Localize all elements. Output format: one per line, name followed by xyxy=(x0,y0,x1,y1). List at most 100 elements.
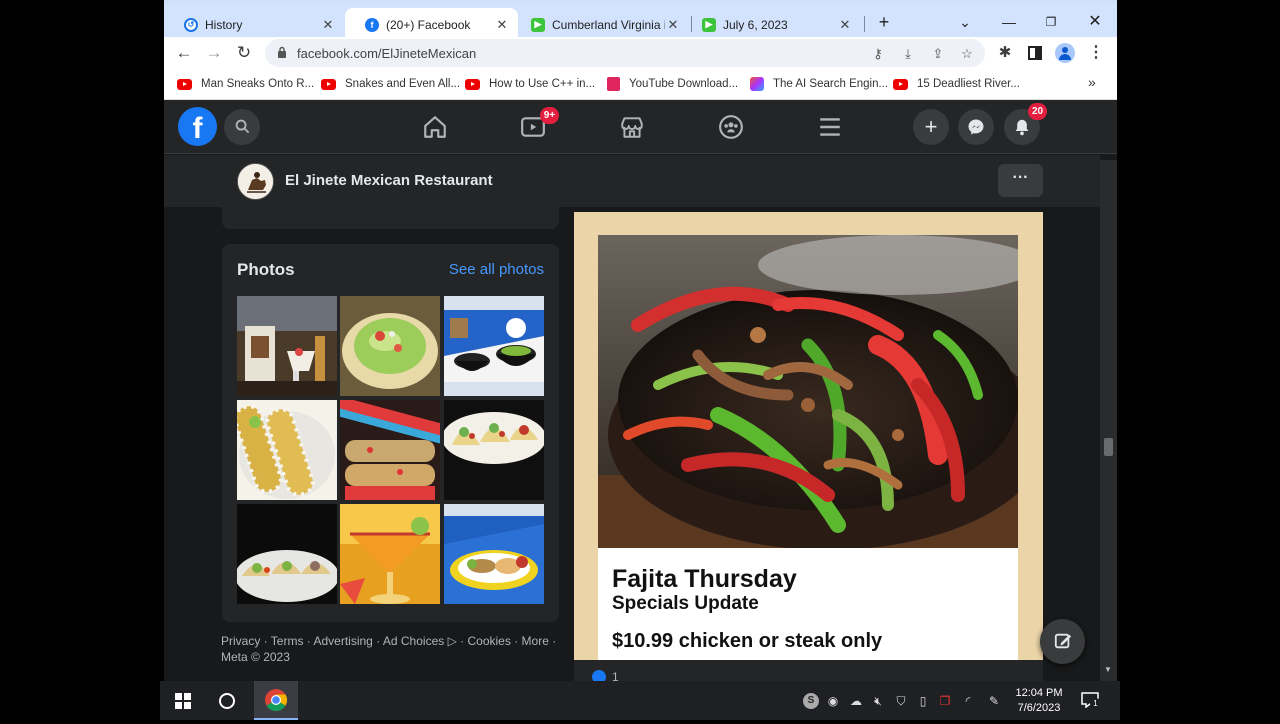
tab-strip: ↺ History ✕ f (20+) Facebook ✕ ▶ Cumberl… xyxy=(164,0,1117,41)
bookmark-label: The AI Search Engin... xyxy=(773,78,889,90)
footer-link-advertising[interactable]: Advertising xyxy=(313,634,372,648)
bookmark-item[interactable]: How to Use C++ in... xyxy=(465,76,595,92)
bookmark-item[interactable]: Man Sneaks Onto R... xyxy=(177,76,314,92)
close-window-icon[interactable]: ✕ xyxy=(1081,10,1109,34)
mute-icon[interactable]: 🔇︎ xyxy=(870,693,886,709)
browser-toolbar: ← → ↻ ⚷ ⤓ ⇪ ☆ ✱ ⋮ xyxy=(164,37,1117,69)
chrome-taskbar-button[interactable] xyxy=(254,681,298,720)
search-circle-icon[interactable] xyxy=(219,693,235,709)
page-footer: Privacy · Terms · Advertising · Ad Choic… xyxy=(221,634,557,664)
photo-thumbnail[interactable] xyxy=(444,296,544,396)
cloud-icon[interactable]: ☁ xyxy=(848,693,864,709)
forward-icon[interactable]: → xyxy=(202,41,226,65)
facebook-logo[interactable]: f xyxy=(178,107,217,146)
action-center-icon[interactable]: 1 xyxy=(1081,692,1101,709)
menu-icon[interactable] xyxy=(817,114,843,140)
reload-icon[interactable]: ↻ xyxy=(232,41,256,65)
tab-search-icon[interactable]: ⌄ xyxy=(951,10,979,34)
close-icon[interactable]: ✕ xyxy=(320,17,336,33)
youtube-icon xyxy=(321,78,336,90)
page-avatar[interactable] xyxy=(237,163,274,200)
scroll-down-arrow-icon[interactable]: ▼ xyxy=(1104,665,1112,674)
scrollbar-thumb[interactable] xyxy=(1104,438,1113,456)
star-icon[interactable]: ☆ xyxy=(958,45,976,63)
marketplace-icon[interactable] xyxy=(619,114,645,140)
shield-icon[interactable]: ⛉ xyxy=(893,693,909,709)
minimize-icon[interactable]: — xyxy=(995,10,1023,34)
messenger-icon[interactable] xyxy=(958,109,994,145)
bookmark-label: YouTube Download... xyxy=(629,78,739,90)
footer-link-ad-choices[interactable]: Ad Choices xyxy=(383,634,444,648)
fajita-special-text: Fajita Thursday Specials Update $10.99 c… xyxy=(598,548,1018,660)
chrome-tray-icon[interactable]: ◉ xyxy=(825,693,841,709)
post-reactions-bar: 1 xyxy=(574,660,1043,681)
wifi-icon[interactable]: ◜ xyxy=(960,693,976,709)
close-icon[interactable]: ✕ xyxy=(665,17,681,33)
ad-choices-icon: ▷ xyxy=(447,634,457,648)
page-scrollbar[interactable]: ▼ xyxy=(1100,160,1117,681)
bookmark-item[interactable]: Snakes and Even All... xyxy=(321,76,460,92)
special-price: $10.99 chicken or steak only xyxy=(612,630,883,652)
key-icon[interactable]: ⚷ xyxy=(869,45,887,63)
close-icon[interactable]: ✕ xyxy=(494,17,510,33)
bookmark-item[interactable]: 15 Deadliest River... xyxy=(893,76,1020,92)
photo-thumbnail[interactable] xyxy=(444,400,544,500)
back-icon[interactable]: ← xyxy=(172,41,196,65)
share-icon[interactable]: ⇪ xyxy=(929,45,947,63)
url-input[interactable] xyxy=(297,45,797,61)
photo-thumbnail[interactable] xyxy=(237,400,337,500)
footer-link-more[interactable]: More xyxy=(522,634,549,648)
close-icon[interactable]: ✕ xyxy=(837,17,853,33)
menu-kebab-icon[interactable]: ⋮ xyxy=(1084,41,1108,65)
restore-icon[interactable]: ❐ xyxy=(1037,10,1065,34)
fajita-photo xyxy=(598,235,1018,548)
windows-start-icon[interactable] xyxy=(175,693,191,714)
new-message-button[interactable] xyxy=(1040,619,1085,664)
display-icon[interactable]: ❐ xyxy=(937,693,953,709)
bookmark-item[interactable]: YouTube Download... xyxy=(607,76,738,92)
tab-title: (20+) Facebook xyxy=(386,17,471,32)
bookmarks-overflow-button[interactable]: » xyxy=(1088,74,1096,90)
bookmark-label: Man Sneaks Onto R... xyxy=(201,78,315,90)
side-panel-icon[interactable] xyxy=(1023,41,1047,65)
bookmarks-bar: Man Sneaks Onto R... Snakes and Even All… xyxy=(164,69,1117,100)
photo-thumbnail[interactable] xyxy=(237,296,337,396)
skype-icon[interactable]: S xyxy=(803,693,819,709)
play-icon: ▶ xyxy=(702,17,716,32)
clock[interactable]: 12:04 PM 7/6/2023 xyxy=(1010,686,1068,716)
address-bar[interactable]: ⚷ ⤓ ⇪ ☆ xyxy=(265,39,985,67)
install-icon[interactable]: ⤓ xyxy=(899,45,917,63)
photo-thumbnail[interactable] xyxy=(340,296,440,396)
home-icon[interactable] xyxy=(422,114,448,140)
facebook-icon: f xyxy=(365,17,379,32)
footer-link-cookies[interactable]: Cookies xyxy=(468,634,511,648)
post-image-card[interactable]: Fajita Thursday Specials Update $10.99 c… xyxy=(574,212,1043,660)
footer-link-privacy[interactable]: Privacy xyxy=(221,634,260,648)
more-options-button[interactable]: ··· xyxy=(998,164,1043,197)
bookmark-item[interactable]: The AI Search Engin... xyxy=(750,76,888,92)
extensions-icon[interactable]: ✱ xyxy=(993,41,1017,65)
like-reaction-icon xyxy=(592,670,606,681)
create-icon[interactable]: + xyxy=(913,109,949,145)
tab-title: History xyxy=(205,17,243,32)
profile-avatar-icon[interactable] xyxy=(1053,41,1077,65)
usb-icon[interactable]: ▯ xyxy=(915,693,931,709)
photo-thumbnail[interactable] xyxy=(237,504,337,604)
reaction-count[interactable]: 1 xyxy=(612,670,619,681)
pen-icon[interactable]: ✎ xyxy=(986,693,1002,709)
notifications-badge: 20 xyxy=(1028,103,1047,120)
photo-thumbnail[interactable] xyxy=(340,400,440,500)
previous-card xyxy=(222,206,559,229)
youtube-icon xyxy=(893,78,908,90)
search-icon[interactable] xyxy=(224,109,260,145)
see-all-photos-link[interactable]: See all photos xyxy=(449,261,544,278)
photo-thumbnail[interactable] xyxy=(444,504,544,604)
new-tab-button[interactable]: + xyxy=(870,10,898,34)
page-title[interactable]: El Jinete Mexican Restaurant xyxy=(285,172,493,189)
bookmark-label: Snakes and Even All... xyxy=(345,78,461,90)
footer-link-terms[interactable]: Terms xyxy=(271,634,304,648)
special-subtitle: Specials Update xyxy=(612,593,759,614)
browser-window: ↺ History ✕ f (20+) Facebook ✕ ▶ Cumberl… xyxy=(164,0,1117,681)
photo-thumbnail[interactable] xyxy=(340,504,440,604)
groups-icon[interactable] xyxy=(718,114,744,140)
